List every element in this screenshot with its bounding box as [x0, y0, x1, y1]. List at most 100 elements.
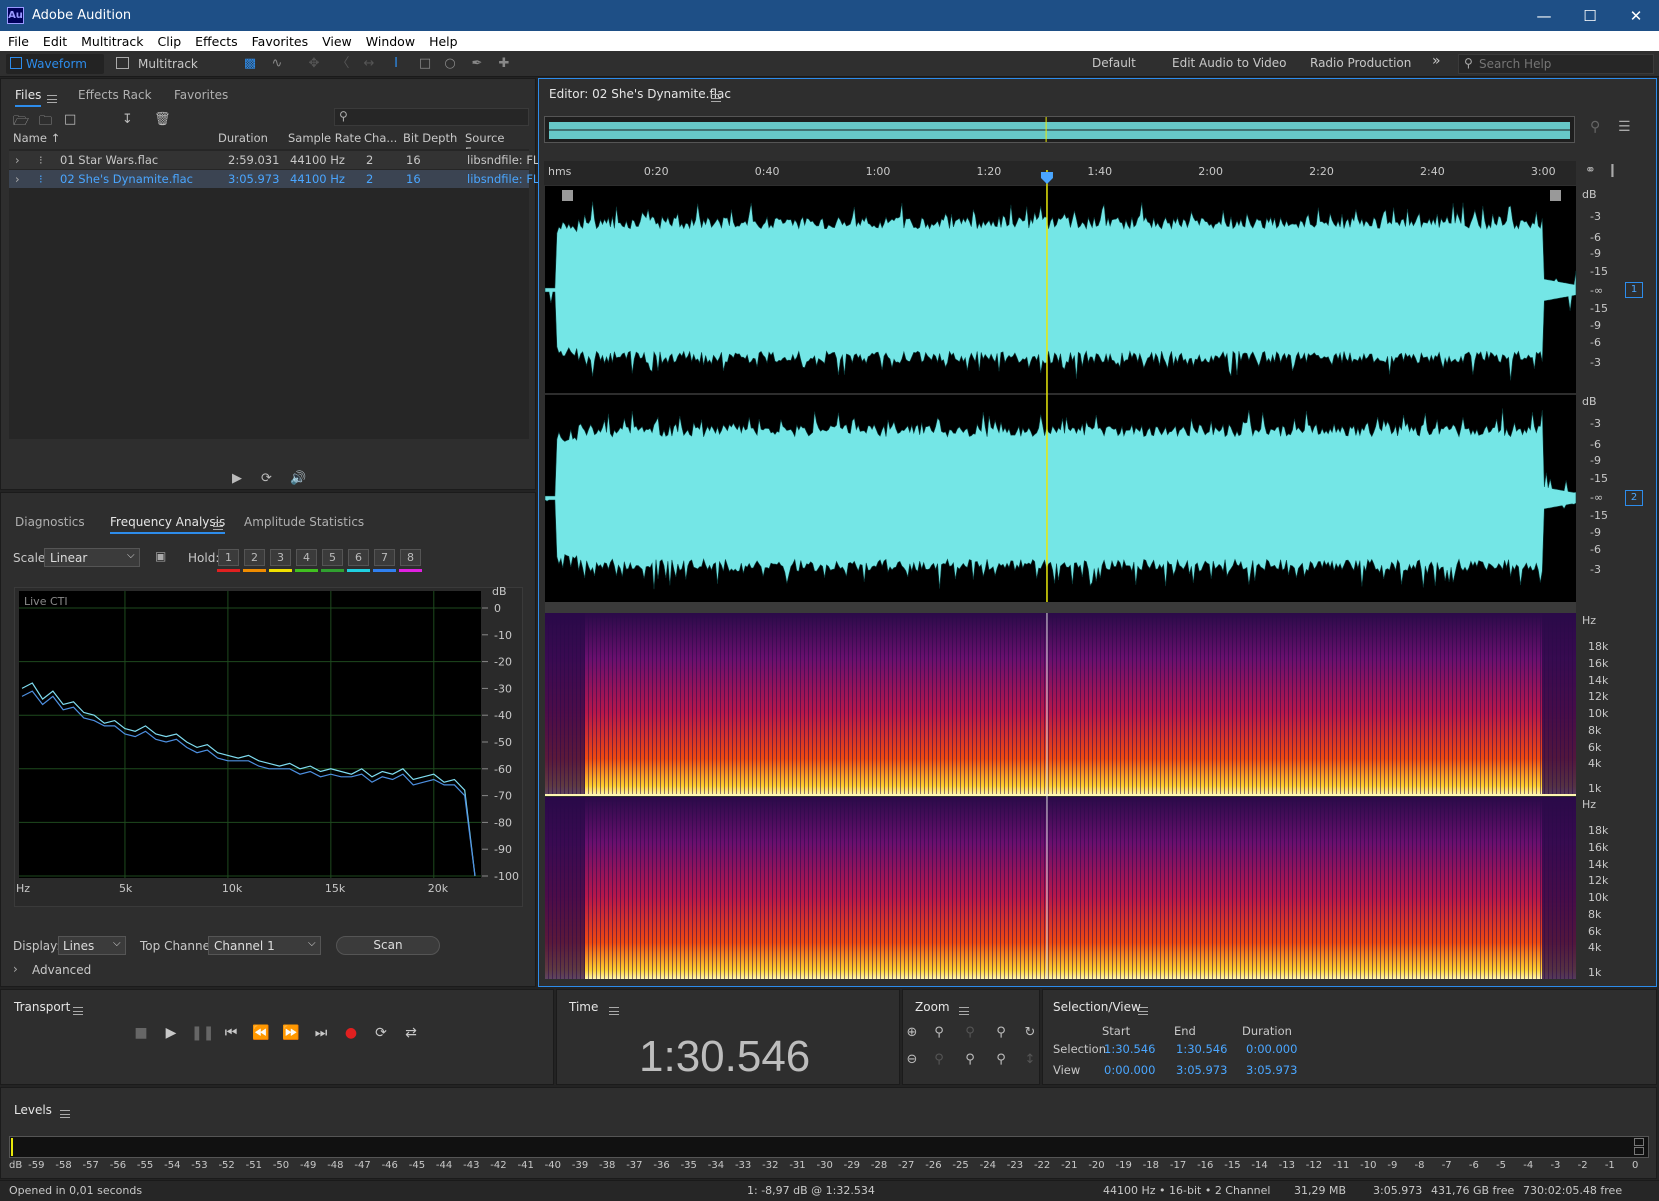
zoom-out-full-icon[interactable]: ⚲ — [991, 1050, 1011, 1070]
clip-indicator-left[interactable] — [1634, 1138, 1644, 1146]
level-tick-label: -31 — [789, 1160, 806, 1171]
status-format: 44100 Hz • 16-bit • 2 Channel — [1103, 1184, 1271, 1197]
channel-1-badge[interactable]: 1 — [1625, 282, 1643, 298]
hz-tick-label: 18k — [1588, 824, 1609, 837]
db-tick-label: -3 — [1590, 417, 1601, 430]
rewind-icon[interactable]: ⏪ — [251, 1023, 271, 1043]
level-tick-label: -19 — [1115, 1160, 1132, 1171]
spectrogram-channel-2-texture — [545, 797, 1576, 979]
stop-icon[interactable]: ■ — [131, 1023, 151, 1043]
status-free-time: 730:02:05.48 free — [1523, 1184, 1623, 1197]
level-tick-label: -22 — [1033, 1160, 1051, 1171]
time-panel: Time 1:30.546 — [556, 989, 900, 1085]
view-start-value[interactable]: 0:00.000 — [1104, 1063, 1155, 1077]
level-tick-label: -7 — [1441, 1160, 1452, 1171]
move-to-previous-icon[interactable]: ⏮ — [221, 1023, 241, 1043]
zoom-to-selection-icon[interactable]: ⚲ — [960, 1023, 980, 1043]
time-display: 1:30.546 — [639, 1032, 811, 1081]
view-row-label: View — [1053, 1063, 1081, 1077]
level-tick-label: -53 — [191, 1160, 208, 1171]
view-duration-value[interactable]: 3:05.973 — [1246, 1063, 1297, 1077]
start-header: Start — [1102, 1024, 1131, 1038]
selection-duration-value[interactable]: 0:00.000 — [1246, 1042, 1297, 1056]
fast-forward-icon[interactable]: ⏩ — [281, 1023, 301, 1043]
channel-2-badge[interactable]: 2 — [1625, 490, 1643, 506]
db-tick-label: -9 — [1590, 526, 1601, 539]
db-tick-label: -9 — [1590, 454, 1601, 467]
zoom-in-amplitude-icon[interactable]: ⊕ — [902, 1023, 922, 1043]
status-free: 431,76 GB free — [1431, 1184, 1515, 1197]
status-size: 31,29 MB — [1294, 1184, 1347, 1197]
hz-tick-label: 8k — [1588, 908, 1602, 921]
level-tick-label: -55 — [136, 1160, 154, 1171]
level-tick-label: -49 — [300, 1160, 317, 1171]
hz-tick-label: 12k — [1588, 874, 1609, 887]
loop-playback-icon[interactable]: ⟳ — [371, 1023, 391, 1043]
level-tick-label: -54 — [164, 1160, 181, 1171]
level-tick-label: -34 — [707, 1160, 725, 1171]
waveform-channel-2 — [544, 408, 1577, 590]
hz-tick-label: 10k — [1588, 891, 1609, 904]
waveform-shape — [544, 408, 1577, 590]
level-tick-label: -32 — [762, 1160, 779, 1171]
selection-view-menu-icon[interactable] — [1138, 1007, 1148, 1015]
level-tick-label: -8 — [1414, 1160, 1425, 1171]
move-to-next-icon[interactable]: ⏭ — [311, 1023, 331, 1043]
hz-tick-label: 4k — [1588, 941, 1602, 954]
level-tick-label: -13 — [1278, 1160, 1295, 1171]
hz-tick-label: 6k — [1588, 925, 1602, 938]
level-tick-label: -52 — [218, 1160, 235, 1171]
selection-start-value[interactable]: 1:30.546 — [1104, 1042, 1155, 1056]
level-tick-label: -26 — [925, 1160, 942, 1171]
editor-canvas[interactable] — [0, 0, 1659, 1000]
hz-tick-label: 16k — [1588, 841, 1609, 854]
level-tick-label: -42 — [490, 1160, 507, 1171]
level-tick-label: -37 — [626, 1160, 643, 1171]
db-tick-label: -∞ — [1590, 284, 1604, 297]
pause-icon[interactable]: ❚❚ — [191, 1023, 214, 1043]
time-title: Time — [569, 1000, 599, 1014]
level-tick-label: -23 — [1006, 1160, 1024, 1171]
level-tick-label: -29 — [843, 1160, 861, 1171]
level-tick-label: -11 — [1332, 1160, 1350, 1171]
level-tick-label: -20 — [1088, 1160, 1105, 1171]
clip-indicator-right[interactable] — [1634, 1147, 1644, 1155]
level-tick-label: -17 — [1169, 1160, 1187, 1171]
zoom-out-amplitude-icon[interactable]: ⊖ — [902, 1050, 922, 1070]
skip-selection-icon[interactable]: ⇄ — [401, 1023, 421, 1043]
time-menu-icon[interactable] — [609, 1007, 619, 1015]
levels-title: Levels — [14, 1103, 52, 1117]
level-tick-label: -28 — [870, 1160, 888, 1171]
hz-tick-label: 1k — [1588, 782, 1602, 795]
record-icon[interactable]: ● — [341, 1023, 361, 1043]
hz-tick-label: 18k — [1588, 640, 1609, 653]
level-tick-label: -47 — [354, 1160, 371, 1171]
level-tick-label: -44 — [435, 1160, 453, 1171]
levels-menu-icon[interactable] — [60, 1110, 70, 1118]
db-tick-label: -6 — [1590, 438, 1601, 451]
zoom-in-at-end-icon[interactable]: ⚲ — [960, 1050, 980, 1070]
zoom-selected-channel-icon[interactable]: ↕ — [1020, 1050, 1040, 1070]
zoom-out-time-icon[interactable]: ⚲ — [929, 1050, 949, 1070]
db-tick-label: dB — [1582, 188, 1597, 201]
level-tick-label: -30 — [816, 1160, 833, 1171]
reset-zoom-icon[interactable]: ↻ — [1020, 1023, 1040, 1043]
hz-tick-label: Hz — [1582, 614, 1597, 627]
level-tick-label: -27 — [898, 1160, 915, 1171]
db-tick-label: -15 — [1590, 509, 1608, 522]
spectral-splitter — [545, 602, 1576, 613]
zoom-in-at-start-icon[interactable]: ⚲ — [991, 1023, 1011, 1043]
play-icon[interactable]: ▶ — [161, 1023, 181, 1043]
transport-title: Transport — [14, 1000, 71, 1014]
view-end-value[interactable]: 3:05.973 — [1176, 1063, 1227, 1077]
level-tick-label: -18 — [1142, 1160, 1160, 1171]
transport-menu-icon[interactable] — [73, 1007, 83, 1015]
hz-tick-label: 6k — [1588, 741, 1602, 754]
selection-end-value[interactable]: 1:30.546 — [1176, 1042, 1227, 1056]
zoom-in-time-icon[interactable]: ⚲ — [929, 1023, 949, 1043]
spectrogram-channel-2-outro — [1542, 797, 1576, 979]
zoom-menu-icon[interactable] — [959, 1007, 969, 1015]
level-tick-label: -10 — [1360, 1160, 1377, 1171]
level-tick-label: -43 — [463, 1160, 480, 1171]
hz-tick-label: 8k — [1588, 724, 1602, 737]
